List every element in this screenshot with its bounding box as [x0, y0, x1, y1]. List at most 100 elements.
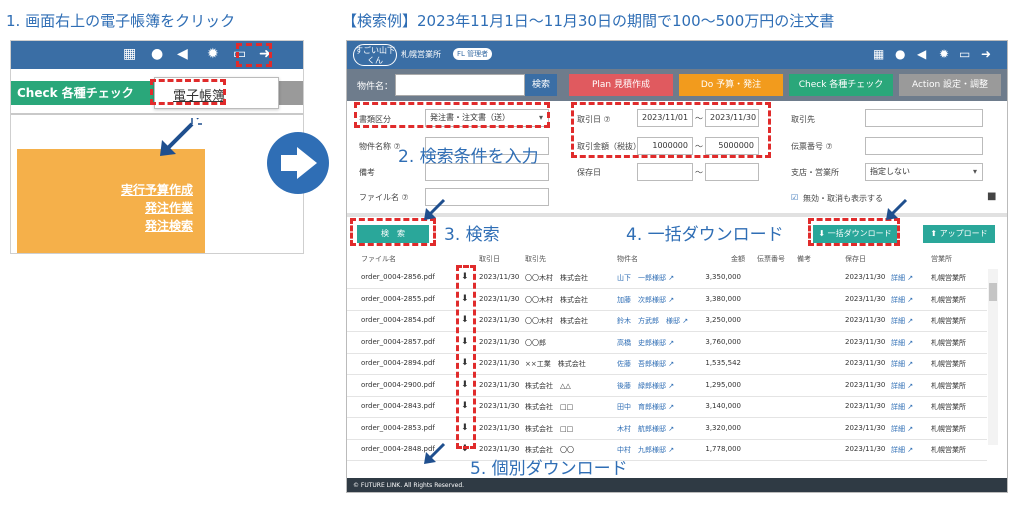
row-detail-link[interactable]: 詳細 ↗	[891, 424, 913, 434]
row-detail-link[interactable]: 詳細 ↗	[891, 359, 913, 369]
chat-icon[interactable]: ●	[151, 46, 163, 62]
row-saved-date: 2023/11/30	[845, 316, 886, 324]
gear-icon[interactable]: ✹	[207, 46, 219, 62]
partner-input[interactable]	[865, 109, 983, 127]
logout-icon[interactable]: ➜	[981, 47, 991, 61]
row-branch: 札幌営業所	[931, 424, 966, 433]
tab-check[interactable]: Check 各種チェック	[789, 74, 893, 96]
row-detail-link[interactable]: 詳細 ↗	[891, 402, 913, 412]
col-branch[interactable]: 営業所	[931, 254, 952, 264]
row-amount: 1,295,000	[705, 380, 741, 389]
file-name-label: ファイル名 ⑦	[359, 193, 409, 202]
row-property-link[interactable]: 田中 育郎様邸 ↗	[617, 402, 674, 412]
row-branch: 札幌営業所	[931, 274, 966, 282]
row-detail-link[interactable]: 詳細 ↗	[891, 273, 913, 283]
left-screenshot: ▦ ● ◀ ✹ ▭ ➜ Check 各種チェック 電子帳簿 実行予算作成 発注作…	[10, 40, 304, 254]
col-partner[interactable]: 取引先	[525, 254, 546, 264]
folder-icon[interactable]: ▭	[959, 47, 970, 61]
row-date: 2023/11/30	[479, 380, 520, 389]
row-partner: 株式会社 □□	[525, 424, 574, 433]
action-menu-stub[interactable]	[279, 81, 303, 105]
building-icon[interactable]: ▦	[123, 46, 136, 62]
col-remarks[interactable]: 備考	[797, 254, 811, 264]
gear-icon[interactable]: ✹	[939, 47, 949, 61]
property-search-label: 物件名：	[357, 82, 394, 92]
link-order-search[interactable]: 発注検索	[145, 217, 193, 234]
row-detail-link[interactable]: 詳細 ↗	[891, 445, 913, 455]
row-amount: 3,350,000	[705, 273, 741, 281]
row-file-name[interactable]: order_0004-2843.pdf	[361, 402, 435, 410]
row-file-name[interactable]: order_0004-2855.pdf	[361, 295, 435, 303]
row-branch: 札幌営業所	[931, 403, 966, 411]
property-search-button[interactable]: 検索	[525, 74, 557, 96]
branch-label: 支店・営業所	[791, 168, 839, 177]
row-amount: 3,320,000	[705, 423, 741, 432]
row-file-name[interactable]: order_0004-2856.pdf	[361, 273, 435, 281]
property-search-input[interactable]	[395, 74, 525, 96]
saved-date-from[interactable]	[637, 163, 693, 181]
row-property-link[interactable]: 木村 航郎様邸 ↗	[617, 424, 674, 434]
col-date[interactable]: 取引日	[479, 254, 500, 264]
row-date: 2023/11/30	[479, 445, 520, 453]
row-date: 2023/11/30	[479, 359, 520, 367]
building-icon[interactable]: ▦	[873, 47, 884, 61]
row-saved-date: 2023/11/30	[845, 402, 886, 410]
row-file-name[interactable]: order_0004-2900.pdf	[361, 381, 435, 389]
highlight-folder	[236, 43, 272, 67]
row-branch: 札幌営業所	[931, 338, 966, 347]
col-saved[interactable]: 保存日	[845, 254, 866, 264]
row-file-name[interactable]: order_0004-2854.pdf	[361, 316, 435, 324]
megaphone-icon[interactable]: ◀	[177, 46, 188, 62]
row-detail-link[interactable]: 詳細 ↗	[891, 316, 913, 326]
row-property-link[interactable]: 高橋 史郎様邸 ↗	[617, 338, 674, 348]
step1-caption: 1. 画面右上の電子帳簿をクリック	[6, 12, 236, 30]
slip-number-input[interactable]	[865, 137, 983, 155]
row-property-link[interactable]: 鈴木 方武郎 様邸 ↗	[617, 316, 688, 326]
document-icon[interactable]: ■	[987, 191, 996, 202]
row-file-name[interactable]: order_0004-2857.pdf	[361, 338, 435, 346]
app-footer: © FUTURE LINK. All Rights Reserved.	[347, 478, 1007, 492]
row-branch: 札幌営業所	[931, 295, 966, 304]
row-partner: 〇〇郎	[525, 338, 546, 347]
col-amount[interactable]: 金額	[731, 254, 745, 264]
saved-date-to[interactable]	[705, 163, 759, 181]
check-menu[interactable]: Check 各種チェック	[11, 81, 161, 105]
row-property-link[interactable]: 後藤 緑郎様邸 ↗	[617, 381, 674, 391]
row-branch: 札幌営業所	[931, 360, 966, 368]
col-property[interactable]: 物件名	[617, 254, 638, 264]
step4-caption: 4. 一括ダウンロード	[626, 225, 784, 245]
row-property-link[interactable]: 佐藤 吾郎様邸 ↗	[617, 359, 674, 369]
table-row: order_0004-2856.pdf 2023/11/30 〇〇木村 株式会社 山下…	[347, 267, 987, 289]
row-property-link[interactable]: 山下 一郎様邸 ↗	[617, 273, 674, 283]
highlight-search	[350, 218, 436, 246]
row-file-name[interactable]: order_0004-2853.pdf	[361, 424, 435, 432]
saved-date-label: 保存日	[577, 168, 601, 177]
table-row: order_0004-2854.pdf 2023/11/30 〇〇木村 株式会社 鈴木…	[347, 310, 987, 332]
show-invalid-checkbox[interactable]: ☑	[791, 193, 798, 202]
cursor-arrow-icon	[424, 442, 446, 464]
do-menu-panel: 実行予算作成 発注作業 発注検索	[17, 149, 205, 253]
col-slip[interactable]: 伝票番号	[757, 254, 785, 264]
chevron-down-icon: ▾	[973, 167, 978, 176]
row-detail-link[interactable]: 詳細 ↗	[891, 295, 913, 305]
tab-plan[interactable]: Plan 見積作成	[569, 74, 673, 96]
tab-do[interactable]: Do 予算・発注	[679, 74, 783, 96]
chat-icon[interactable]: ●	[895, 47, 905, 61]
row-detail-link[interactable]: 詳細 ↗	[891, 381, 913, 391]
tab-action[interactable]: Action 設定・調整	[899, 74, 1001, 96]
example-caption: 【検索例】2023年11月1日〜11月30日の期間で100〜500万円の注文書	[342, 12, 835, 30]
row-saved-date: 2023/11/30	[845, 273, 886, 281]
row-file-name[interactable]: order_0004-2894.pdf	[361, 359, 435, 367]
branch-select[interactable]: 指定しない	[865, 163, 983, 181]
link-order[interactable]: 発注作業	[145, 199, 193, 216]
scrollbar-thumb[interactable]	[989, 283, 997, 301]
row-property-link[interactable]: 加藤 次郎様邸 ↗	[617, 295, 674, 305]
megaphone-icon[interactable]: ◀	[917, 47, 926, 61]
col-file[interactable]: ファイル名	[361, 254, 396, 264]
row-amount: 3,760,000	[705, 337, 741, 346]
row-detail-link[interactable]: 詳細 ↗	[891, 338, 913, 348]
cursor-arrow-icon	[160, 118, 202, 156]
upload-button[interactable]: ⬆ アップロード	[923, 225, 995, 243]
table-row: order_0004-2853.pdf 2023/11/30 株式会社 □□ 木村 航…	[347, 418, 987, 440]
link-budget[interactable]: 実行予算作成	[121, 181, 193, 198]
